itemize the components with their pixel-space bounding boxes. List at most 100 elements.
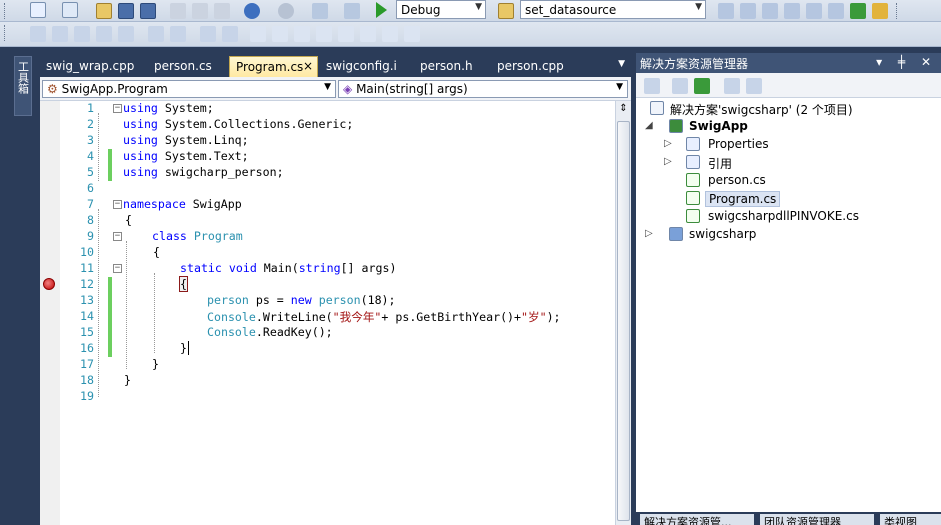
- properties-window-icon[interactable]: [740, 3, 756, 19]
- breakpoint-icon[interactable]: [43, 278, 55, 290]
- extension-manager-icon[interactable]: [828, 3, 844, 19]
- open-file-icon[interactable]: [96, 3, 112, 19]
- navigate-forward-icon[interactable]: [344, 3, 360, 19]
- chevron-right-icon[interactable]: ▷: [645, 228, 657, 239]
- toolbox-icon[interactable]: [784, 3, 800, 19]
- uncomment-icon[interactable]: [222, 26, 238, 42]
- decrease-indent-icon[interactable]: [148, 26, 164, 42]
- object-browser-icon[interactable]: [762, 3, 778, 19]
- collapse-icon[interactable]: −: [113, 200, 122, 209]
- add-item-icon[interactable]: [62, 2, 78, 18]
- find-in-files-icon[interactable]: [498, 3, 514, 19]
- tab-swigconfig-i[interactable]: swigconfig.i: [320, 56, 403, 77]
- properties-folder-icon: [686, 137, 700, 151]
- start-page-icon[interactable]: [806, 3, 822, 19]
- start-debugging-icon[interactable]: [376, 2, 387, 18]
- chevron-right-icon[interactable]: ▷: [664, 138, 676, 149]
- clear-bookmarks-icon[interactable]: [404, 26, 420, 42]
- parameter-info-icon[interactable]: [52, 26, 68, 42]
- line-number: 10: [80, 245, 94, 259]
- cut-icon[interactable]: [170, 3, 186, 19]
- command-window-icon[interactable]: [872, 3, 888, 19]
- navigate-backward-icon[interactable]: [312, 3, 328, 19]
- line-number: 14: [80, 309, 94, 323]
- code-line: 13 person ps = new person(18);: [60, 293, 615, 309]
- immediate-window-icon[interactable]: [850, 3, 866, 19]
- save-icon[interactable]: [118, 3, 134, 19]
- collapse-icon[interactable]: −: [113, 104, 122, 113]
- split-handle-icon[interactable]: ⇕: [617, 103, 630, 117]
- toolbox-tab[interactable]: 工具箱: [14, 56, 32, 116]
- line-number: 2: [87, 117, 94, 131]
- list-members-icon[interactable]: [118, 26, 134, 42]
- tab-swig-wrap-cpp[interactable]: swig_wrap.cpp: [40, 56, 140, 77]
- collapse-icon[interactable]: −: [113, 232, 122, 241]
- next-bookmark-in-folder-icon[interactable]: [338, 26, 354, 42]
- paste-icon[interactable]: [214, 3, 230, 19]
- chevron-down-icon: ▼: [616, 82, 623, 92]
- tab-class-view[interactable]: 类视图: [880, 514, 941, 525]
- code-text: System.Linq;: [157, 133, 249, 147]
- chevron-right-icon[interactable]: ▷: [664, 156, 676, 167]
- undo-icon[interactable]: [244, 3, 260, 19]
- code-text: ps =: [248, 293, 291, 307]
- chevron-down-icon[interactable]: ◢: [645, 120, 657, 131]
- vertical-scrollbar[interactable]: ⇕: [615, 101, 631, 525]
- code-line: 14 Console.WriteLine("我今年"+ ps.GetBirthYe…: [60, 309, 615, 325]
- code-line: 3 using System.Linq;: [60, 133, 615, 149]
- quick-info-icon[interactable]: [30, 26, 46, 42]
- view-code-icon[interactable]: [724, 78, 740, 94]
- window-controls[interactable]: ▾ ╪ ✕: [876, 55, 937, 69]
- copy-icon[interactable]: [192, 3, 208, 19]
- keyword: using: [123, 149, 158, 163]
- tab-person-h[interactable]: person.h: [414, 56, 479, 77]
- code-line: 17}: [60, 357, 615, 373]
- complete-word-icon[interactable]: [96, 26, 112, 42]
- increase-indent-icon[interactable]: [170, 26, 186, 42]
- code-text: }: [124, 373, 131, 387]
- save-all-icon[interactable]: [140, 3, 156, 19]
- solution-explorer-icon[interactable]: [718, 3, 734, 19]
- solution-explorer-title-bar: 解决方案资源管理器 ▾ ╪ ✕: [636, 53, 941, 73]
- code-text: System.Text;: [157, 149, 249, 163]
- change-indicator: [108, 293, 112, 309]
- properties-icon[interactable]: [644, 78, 660, 94]
- new-project-icon[interactable]: [30, 2, 46, 18]
- line-number: 6: [87, 181, 94, 195]
- toolbar-grip[interactable]: [4, 25, 7, 41]
- tab-person-cs[interactable]: person.cs: [148, 56, 218, 77]
- find-combo[interactable]: set_datasource ▼: [520, 0, 706, 19]
- show-all-files-icon[interactable]: [672, 78, 688, 94]
- comment-out-icon[interactable]: [200, 26, 216, 42]
- next-bookmark-in-document-icon[interactable]: [382, 26, 398, 42]
- chevron-down-icon: ▼: [324, 82, 331, 92]
- next-bookmark-icon[interactable]: [294, 26, 310, 42]
- types-dropdown[interactable]: ⚙ SwigApp.Program ▼: [42, 80, 336, 98]
- close-icon[interactable]: ×: [303, 59, 313, 73]
- word-completion-icon[interactable]: [74, 26, 90, 42]
- tab-program-cs[interactable]: Program.cs ×: [229, 56, 318, 77]
- previous-bookmark-in-folder-icon[interactable]: [316, 26, 332, 42]
- toggle-bookmark-icon[interactable]: [250, 26, 266, 42]
- solution-configuration-dropdown[interactable]: Debug ▼: [396, 0, 486, 19]
- tab-team-explorer[interactable]: 团队资源管理器: [760, 514, 874, 525]
- previous-bookmark-icon[interactable]: [272, 26, 288, 42]
- code-text: SwigApp: [185, 197, 242, 211]
- class-diagram-icon[interactable]: [746, 78, 762, 94]
- tab-label: person.cpp: [497, 59, 564, 73]
- refresh-icon[interactable]: [694, 78, 710, 94]
- line-number: 19: [80, 389, 94, 403]
- code-editor[interactable]: 1− using System; 2 using System.Collection…: [40, 101, 615, 525]
- tab-overflow-chevron-down-icon[interactable]: ▼: [618, 59, 625, 69]
- indicator-margin[interactable]: [40, 101, 60, 525]
- scrollbar-thumb[interactable]: [617, 121, 630, 521]
- code-text: );: [546, 310, 561, 324]
- previous-bookmark-in-document-icon[interactable]: [360, 26, 376, 42]
- members-dropdown[interactable]: ◈ Main(string[] args) ▼: [338, 80, 628, 98]
- collapse-icon[interactable]: −: [113, 264, 122, 273]
- toolbar-grip[interactable]: [4, 3, 7, 19]
- redo-icon[interactable]: [278, 3, 294, 19]
- toolbar-overflow-grip[interactable]: [896, 3, 899, 19]
- tab-person-cpp[interactable]: person.cpp: [491, 56, 570, 77]
- tab-solution-explorer[interactable]: 解决方案资源管...: [640, 514, 754, 525]
